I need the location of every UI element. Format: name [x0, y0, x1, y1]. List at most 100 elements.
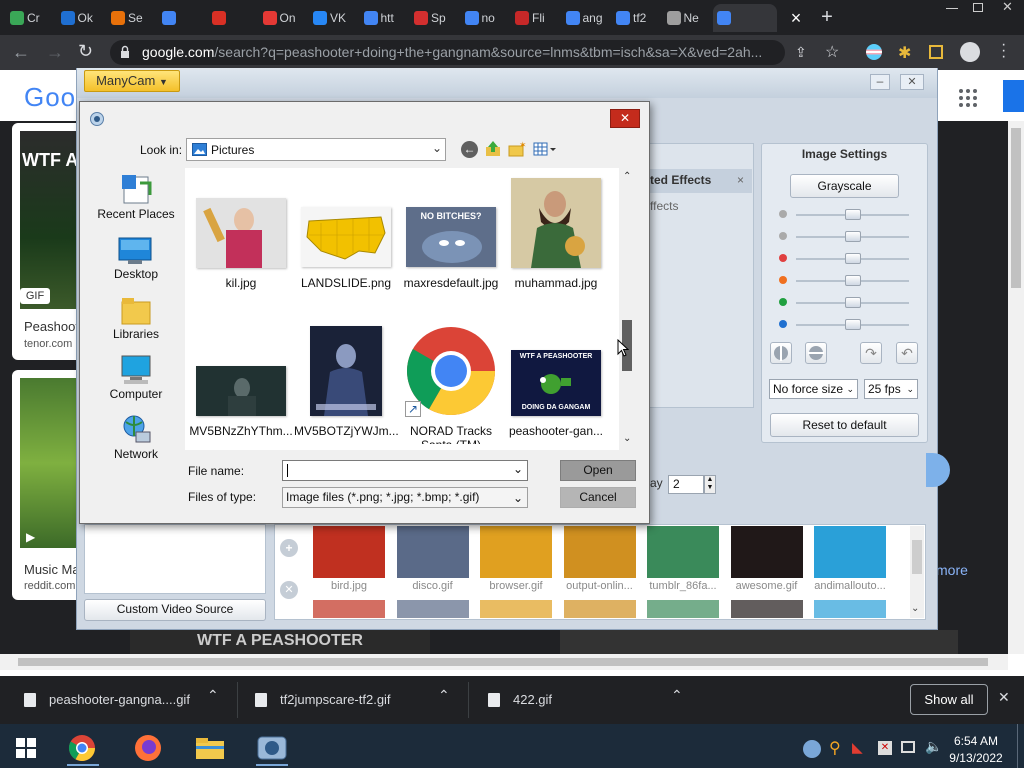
tray-flag-icon[interactable]: ✕ — [878, 741, 892, 755]
file-label[interactable]: peashooter-gan... — [504, 424, 608, 438]
manycam-menu-button[interactable]: ManyCam ▼ — [84, 70, 180, 92]
tray-network-icon[interactable] — [901, 741, 915, 753]
dialog-close-button[interactable]: ✕ — [610, 109, 640, 128]
recent-places-icon[interactable] — [120, 173, 152, 205]
gallery-thumbnail[interactable] — [480, 600, 552, 618]
gallery-thumbnail[interactable] — [563, 600, 636, 618]
browser-tab[interactable]: Sp — [410, 4, 458, 32]
delay-stepper[interactable]: ▲ ▼ — [704, 475, 716, 494]
desktop-icon[interactable] — [118, 237, 152, 265]
browser-tab[interactable]: Fli — [511, 4, 559, 32]
file-label-line2[interactable]: Santa (TM) — [399, 438, 503, 444]
rotate-left-icon[interactable]: ↶ — [896, 342, 918, 364]
new-folder-icon[interactable]: ✶ — [508, 141, 526, 157]
browser-tab[interactable] — [158, 4, 206, 32]
file-label[interactable]: MV5BOTZjYWJm... — [294, 424, 398, 438]
file-label[interactable]: NORAD Tracks — [399, 424, 503, 438]
browser-tab[interactable]: On — [259, 4, 307, 32]
gallery-thumbnail[interactable] — [730, 526, 803, 578]
file-name-input[interactable]: ⌄ — [282, 460, 528, 481]
file-thumbnail[interactable] — [511, 178, 601, 268]
effects-subitem[interactable]: ffects — [650, 199, 678, 213]
more-link[interactable]: more — [936, 562, 968, 578]
browser-tab[interactable]: Cr — [6, 4, 54, 32]
tab-close-icon[interactable]: × — [782, 4, 810, 32]
sidepanel-icon[interactable] — [929, 45, 943, 59]
gallery-thumbnail[interactable] — [814, 526, 886, 578]
maximize-icon[interactable] — [973, 3, 983, 12]
account-avatar-icon[interactable] — [960, 42, 980, 62]
manycam-minimize-button[interactable]: – — [870, 74, 890, 90]
manycam-taskbar-icon[interactable] — [256, 733, 288, 763]
gallery-label[interactable]: bird.jpg — [307, 580, 391, 592]
computer-icon[interactable] — [120, 355, 152, 385]
firefox-taskbar-icon[interactable] — [133, 733, 163, 763]
file-thumbnail[interactable] — [196, 198, 286, 268]
tray-volume-icon[interactable]: 🔈 — [925, 738, 942, 755]
flip-horizontal-button[interactable] — [770, 342, 792, 364]
chrome-taskbar-icon[interactable] — [67, 733, 97, 763]
remove-effect-icon[interactable]: ✕ — [280, 581, 298, 599]
file-label[interactable]: kil.jpg — [189, 276, 293, 290]
result-thumbnail[interactable] — [20, 378, 80, 548]
file-explorer-taskbar-icon[interactable] — [195, 736, 225, 760]
view-menu-icon[interactable] — [533, 141, 557, 157]
browser-tab[interactable]: no — [461, 4, 509, 32]
file-label[interactable]: MV5BNzZhYThm... — [189, 424, 293, 438]
slider-thumb[interactable] — [844, 209, 861, 220]
gallery-thumbnail[interactable] — [730, 600, 803, 618]
chrome-menu-icon[interactable]: · · · — [1001, 37, 1006, 65]
slider-thumb[interactable] — [844, 319, 861, 330]
rotate-right-icon[interactable]: ↷ — [860, 342, 882, 364]
gallery-label[interactable]: andimallouto... — [808, 580, 892, 592]
file-label[interactable]: maxresdefault.jpg — [399, 276, 503, 290]
gallery-label[interactable]: tumblr_86fa... — [641, 580, 725, 592]
browser-tab[interactable]: tf2 — [612, 4, 660, 32]
force-size-select[interactable]: No force size ⌄ — [769, 379, 858, 399]
fps-select[interactable]: 25 fps ⌄ — [864, 379, 918, 399]
show-desktop-button[interactable] — [1017, 724, 1018, 768]
gallery-thumbnail[interactable] — [814, 600, 886, 618]
new-tab-button[interactable]: + — [815, 4, 839, 32]
slider-thumb[interactable] — [844, 275, 861, 286]
file-thumbnail[interactable] — [196, 366, 286, 416]
bookmark-star-icon[interactable]: ☆ — [825, 42, 839, 62]
gallery-label[interactable]: disco.gif — [391, 580, 475, 592]
file-thumbnail[interactable] — [301, 207, 391, 267]
browser-tab[interactable]: htt — [360, 4, 408, 32]
chevron-down-icon[interactable]: ⌄ — [623, 433, 631, 444]
result-site[interactable]: reddit.com — [24, 580, 75, 592]
files-of-type-select[interactable]: Image files (*.png; *.jpg; *.bmp; *.gif)… — [282, 487, 528, 508]
slider-thumb[interactable] — [844, 253, 861, 264]
libraries-label[interactable]: Libraries — [88, 327, 184, 341]
apps-grid-icon[interactable] — [958, 88, 978, 108]
slider-thumb[interactable] — [844, 297, 861, 308]
browser-tab[interactable]: ang — [562, 4, 610, 32]
gallery-thumbnail[interactable] — [647, 600, 719, 618]
chevron-up-icon[interactable]: ⌃ — [623, 171, 631, 182]
chevron-up-icon[interactable]: ⌃ — [438, 687, 450, 704]
window-close-icon[interactable]: ✕ — [1002, 0, 1013, 15]
file-label[interactable]: muhammad.jpg — [504, 276, 608, 290]
computer-label[interactable]: Computer — [88, 387, 184, 401]
grayscale-button[interactable]: Grayscale — [790, 174, 899, 198]
page-scrollbar-thumb[interactable] — [1011, 128, 1021, 288]
download-item-label[interactable]: 422.gif — [513, 690, 552, 710]
network-icon[interactable] — [120, 414, 152, 444]
back-icon[interactable]: ← — [12, 42, 30, 63]
open-button[interactable]: Open — [560, 460, 636, 481]
recent-places-label[interactable]: Recent Places — [88, 207, 184, 221]
play-icon[interactable]: ▶ — [26, 530, 35, 544]
libraries-icon[interactable] — [120, 296, 152, 326]
extension-puzzle-icon[interactable]: ✱ — [898, 43, 911, 63]
add-effect-icon[interactable]: + — [280, 539, 298, 557]
browser-tab[interactable]: Ok — [57, 4, 105, 32]
sign-in-button[interactable] — [1003, 80, 1024, 112]
gallery-scrollbar-thumb[interactable] — [912, 540, 922, 574]
desktop-label[interactable]: Desktop — [88, 267, 184, 281]
chevron-down-icon[interactable]: ⌄ — [911, 603, 919, 614]
reset-to-default-button[interactable]: Reset to default — [770, 413, 919, 437]
file-label[interactable]: LANDSLIDE.png — [294, 276, 398, 290]
browser-tab[interactable]: VK — [309, 4, 357, 32]
gallery-label[interactable]: output-onlin... — [558, 580, 642, 592]
